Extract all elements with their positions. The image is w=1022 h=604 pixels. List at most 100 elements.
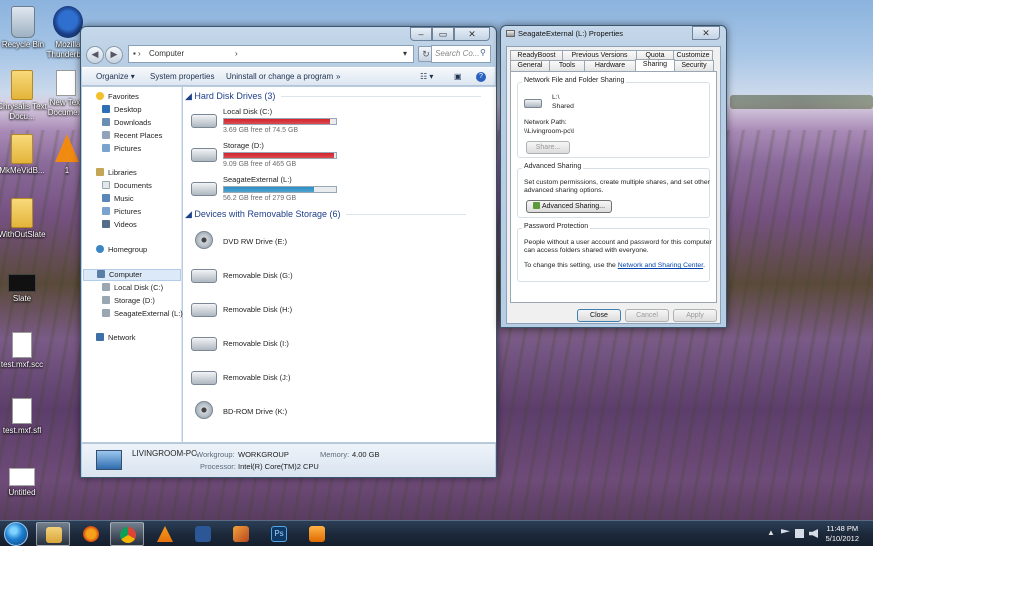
nav-libraries[interactable]: Libraries (96, 168, 137, 180)
hard-drive-icon (191, 182, 217, 196)
nav-item-desktop[interactable]: Desktop (102, 105, 142, 117)
drive-storage-d[interactable]: Storage (D:) 9.09 GB free of 465 GB (191, 141, 351, 179)
drive-name: DVD RW Drive (E:) (223, 237, 288, 246)
drive-bd-rom-k[interactable]: BD-ROM Drive (K:) (191, 401, 391, 429)
workgroup-value: WORKGROUP (238, 450, 289, 459)
more-commands-button[interactable]: » (336, 72, 340, 81)
file-icon[interactable]: test.mxf.scc (0, 332, 52, 370)
close-button[interactable]: Close (577, 309, 621, 322)
volume-icon[interactable] (809, 529, 818, 538)
forward-button[interactable]: ▶ (105, 46, 123, 64)
drive-removable-g[interactable]: Removable Disk (G:) (191, 265, 391, 293)
nav-item-seagate-l[interactable]: SeagateExternal (L:) (102, 309, 183, 321)
nav-item-downloads[interactable]: Downloads (102, 118, 151, 130)
file-icon[interactable]: test.mxf.sfl (0, 398, 52, 436)
network-sharing-group: Network File and Folder Sharing L:\ Shar… (517, 77, 710, 158)
caption-buttons: – ▭ ✕ (410, 27, 490, 41)
nav-computer[interactable]: Computer (83, 269, 181, 281)
advanced-sharing-button[interactable]: Advanced Sharing... (526, 200, 612, 213)
nav-favorites[interactable]: Favorites (96, 92, 139, 104)
nav-network[interactable]: Network (96, 333, 136, 345)
network-sharing-center-link[interactable]: Network and Sharing Center (618, 262, 703, 269)
folder-icon[interactable]: WithOutSlate (0, 198, 52, 240)
nav-homegroup[interactable]: Homegroup (96, 245, 147, 257)
drive-name: BD-ROM Drive (K:) (223, 407, 288, 416)
maximize-button[interactable]: ▭ (432, 27, 454, 41)
music-icon (102, 194, 110, 202)
apply-button[interactable]: Apply (673, 309, 717, 322)
search-input[interactable]: Search Co... ⚲ (431, 45, 491, 63)
untitled-icon[interactable]: Untitled (0, 468, 52, 498)
slate-icon[interactable]: Slate (0, 274, 52, 304)
processor-value: Intel(R) Core(TM)2 CPU (238, 462, 319, 471)
network-icon[interactable] (795, 529, 804, 538)
homegroup-icon (96, 245, 104, 253)
organize-button[interactable]: Organize ▾ (96, 72, 135, 81)
close-button[interactable]: ✕ (454, 27, 490, 41)
shared-status: Shared (552, 103, 574, 110)
drive-seagate-l[interactable]: SeagateExternal (L:) 56.2 GB free of 279… (191, 175, 351, 213)
folder-glyph (11, 198, 33, 228)
network-path-value: \\Livingroom-pc\l (524, 128, 574, 135)
taskbar-media[interactable] (300, 522, 334, 546)
removable-group-header[interactable]: ◢ Devices with Removable Storage (6) (185, 209, 467, 220)
explorer-window[interactable]: – ▭ ✕ ◀ ▶ ▪ › Computer › ▾ ↻ Search Co..… (80, 26, 497, 478)
taskbar-app[interactable] (224, 522, 258, 546)
tab-tools[interactable]: Tools (549, 60, 585, 71)
drive-usage-bar (223, 118, 337, 125)
drive-removable-j[interactable]: Removable Disk (J:) (191, 367, 391, 395)
preview-pane-icon[interactable]: ▣ (454, 72, 462, 81)
show-hidden-icons-icon[interactable]: ▲ (767, 528, 775, 537)
flag-icon[interactable] (781, 529, 790, 534)
system-properties-button[interactable]: System properties (150, 72, 214, 81)
drive-free-space: 9.09 GB free of 465 GB (223, 161, 297, 168)
recycle-bin-glyph (11, 6, 35, 38)
drive-icon (102, 283, 110, 291)
drive-name: Removable Disk (H:) (223, 305, 293, 314)
uninstall-button[interactable]: Uninstall or change a program (226, 72, 333, 81)
nav-item-videos[interactable]: Videos (102, 220, 137, 232)
cancel-button[interactable]: Cancel (625, 309, 669, 322)
taskbar-photoshop[interactable]: Ps (262, 522, 296, 546)
tab-hardware[interactable]: Hardware (584, 60, 636, 71)
taskbar-chrome[interactable] (110, 522, 144, 546)
nav-item-music[interactable]: Music (102, 194, 134, 206)
taskbar-word[interactable] (186, 522, 220, 546)
nav-item-local-disk-c[interactable]: Local Disk (C:) (102, 283, 163, 295)
tab-sharing[interactable]: Sharing (635, 59, 675, 71)
nav-item-storage-d[interactable]: Storage (D:) (102, 296, 155, 308)
advanced-sharing-title: Advanced Sharing (522, 163, 584, 170)
folder-icon (46, 527, 62, 543)
tab-security[interactable]: Security (674, 60, 714, 71)
nav-item-pictures[interactable]: Pictures (102, 144, 141, 156)
search-icon: ⚲ (480, 48, 486, 57)
drive-local-disk-c[interactable]: Local Disk (C:) 3.69 GB free of 74.5 GB (191, 107, 351, 145)
start-button[interactable] (4, 522, 28, 546)
taskbar-vlc[interactable] (148, 522, 182, 546)
nav-item-documents[interactable]: Documents (102, 181, 152, 193)
address-bar[interactable]: ▪ › Computer › ▾ (128, 45, 414, 63)
taskbar-explorer[interactable] (36, 522, 70, 546)
views-icon[interactable]: ☷ ▾ (420, 72, 433, 81)
nav-item-lib-pictures[interactable]: Pictures (102, 207, 141, 219)
clock-time: 11:48 PM (826, 524, 859, 533)
drive-dvd-rw-e[interactable]: DVD RW Drive (E:) (191, 231, 391, 259)
drive-removable-i[interactable]: Removable Disk (I:) (191, 333, 391, 361)
dialog-close-icon[interactable]: ✕ (692, 26, 720, 40)
desktop-icon-label: test.mxf.sfl (2, 426, 42, 435)
help-icon[interactable]: ? (476, 72, 486, 82)
taskbar-firefox[interactable] (74, 522, 108, 546)
minimize-button[interactable]: – (410, 27, 432, 41)
document-glyph (11, 70, 33, 100)
nav-item-recent-places[interactable]: Recent Places (102, 131, 162, 143)
hard-disk-group-header[interactable]: ◢ Hard Disk Drives (3) (185, 91, 482, 102)
properties-dialog[interactable]: SeagateExternal (L:) Properties ✕ ReadyB… (500, 25, 727, 328)
documents-icon (102, 181, 110, 189)
password-protection-group: Password Protection People without a use… (517, 223, 712, 282)
drive-removable-h[interactable]: Removable Disk (H:) (191, 299, 391, 327)
address-dropdown-icon[interactable]: ▾ (403, 49, 407, 58)
tab-general[interactable]: General (510, 60, 550, 71)
back-button[interactable]: ◀ (86, 46, 104, 64)
share-button[interactable]: Share... (526, 141, 570, 154)
clock[interactable]: 11:48 PM 5/10/2012 (826, 524, 859, 544)
